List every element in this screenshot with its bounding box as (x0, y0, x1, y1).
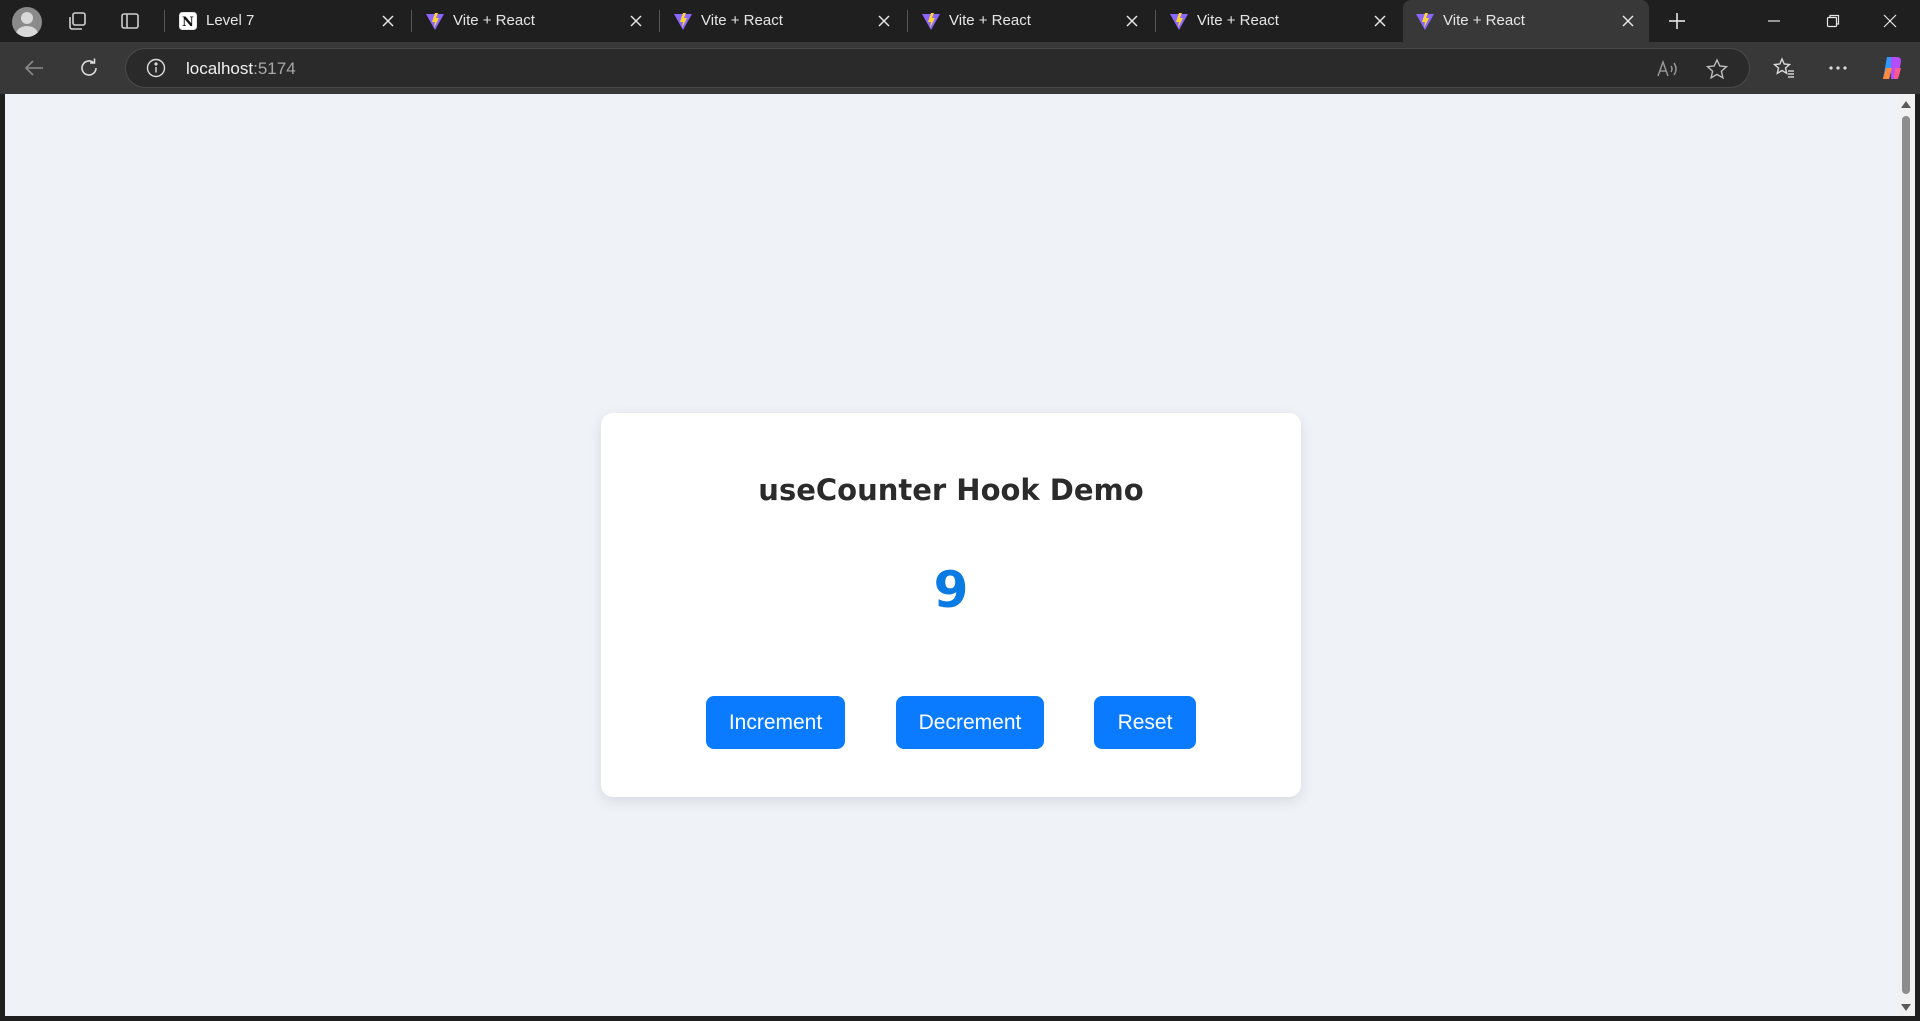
close-icon[interactable] (1121, 10, 1143, 32)
tab-title: Level 7 (206, 12, 255, 29)
tab-separator (411, 10, 412, 32)
address-bar[interactable]: localhost:5174 (125, 48, 1750, 88)
counter-card: useCounter Hook Demo 9 Increment Decreme… (601, 413, 1301, 797)
browser-toolbar: localhost:5174 (0, 42, 1920, 94)
tab-level-7[interactable]: N Level 7 (166, 0, 409, 42)
restore-icon[interactable] (1805, 0, 1861, 42)
tab-title: Vite + React (701, 12, 783, 29)
tab-separator (1155, 10, 1156, 32)
tab-actions-icon[interactable] (113, 4, 147, 38)
close-icon[interactable] (873, 10, 895, 32)
page-viewport: useCounter Hook Demo 9 Increment Decreme… (5, 94, 1897, 1016)
vite-icon (921, 11, 941, 31)
minimize-icon[interactable] (1746, 0, 1802, 42)
tab-title: Vite + React (453, 12, 535, 29)
profile-avatar[interactable] (12, 7, 42, 37)
tab-title: Vite + React (1197, 12, 1279, 29)
vite-icon (1169, 11, 1189, 31)
tab-separator (907, 10, 908, 32)
window-close-icon[interactable] (1862, 0, 1918, 42)
favorites-icon[interactable] (1766, 50, 1802, 86)
site-info-icon[interactable] (146, 58, 166, 83)
close-icon[interactable] (1617, 10, 1639, 32)
scroll-down-icon[interactable] (1900, 1000, 1912, 1012)
url-port: :5174 (253, 59, 296, 78)
svg-text:N: N (182, 15, 194, 30)
more-options-icon[interactable] (1820, 50, 1856, 86)
new-tab-icon[interactable] (1660, 4, 1694, 38)
read-aloud-icon[interactable] (1656, 58, 1678, 85)
tab-title: Vite + React (949, 12, 1031, 29)
close-icon[interactable] (625, 10, 647, 32)
vertical-scrollbar[interactable] (1897, 94, 1915, 1016)
refresh-icon[interactable] (71, 50, 107, 86)
vite-icon (673, 11, 693, 31)
tab-vite-react-4[interactable]: Vite + React (1157, 0, 1401, 42)
scrollbar-thumb[interactable] (1902, 116, 1910, 994)
vite-icon (1415, 11, 1435, 31)
vite-icon (425, 11, 445, 31)
tab-separator (164, 10, 165, 32)
tab-vite-react-active[interactable]: Vite + React (1403, 0, 1649, 42)
back-icon[interactable] (16, 50, 52, 86)
tab-vite-react-1[interactable]: Vite + React (413, 0, 657, 42)
scroll-up-icon[interactable] (1900, 98, 1912, 110)
counter-value: 9 (933, 561, 969, 619)
profile-icon (16, 12, 38, 37)
copilot-icon[interactable] (1874, 50, 1910, 86)
favorite-star-icon[interactable] (1705, 58, 1729, 85)
url-host: localhost (186, 59, 254, 78)
tab-vite-react-2[interactable]: Vite + React (661, 0, 905, 42)
workspaces-icon[interactable] (60, 4, 94, 38)
close-icon[interactable] (1369, 10, 1391, 32)
close-icon[interactable] (377, 10, 399, 32)
notion-icon: N (178, 11, 198, 31)
tab-strip: N Level 7 Vite + React Vite + React Vite… (0, 0, 1920, 42)
url-text[interactable]: localhost:5174 (186, 59, 296, 79)
increment-button[interactable]: Increment (706, 696, 845, 749)
tab-separator (659, 10, 660, 32)
decrement-button[interactable]: Decrement (896, 696, 1044, 749)
page-title: useCounter Hook Demo (758, 473, 1144, 507)
tab-title: Vite + React (1443, 12, 1525, 29)
tab-vite-react-3[interactable]: Vite + React (909, 0, 1153, 42)
reset-button[interactable]: Reset (1094, 696, 1196, 749)
